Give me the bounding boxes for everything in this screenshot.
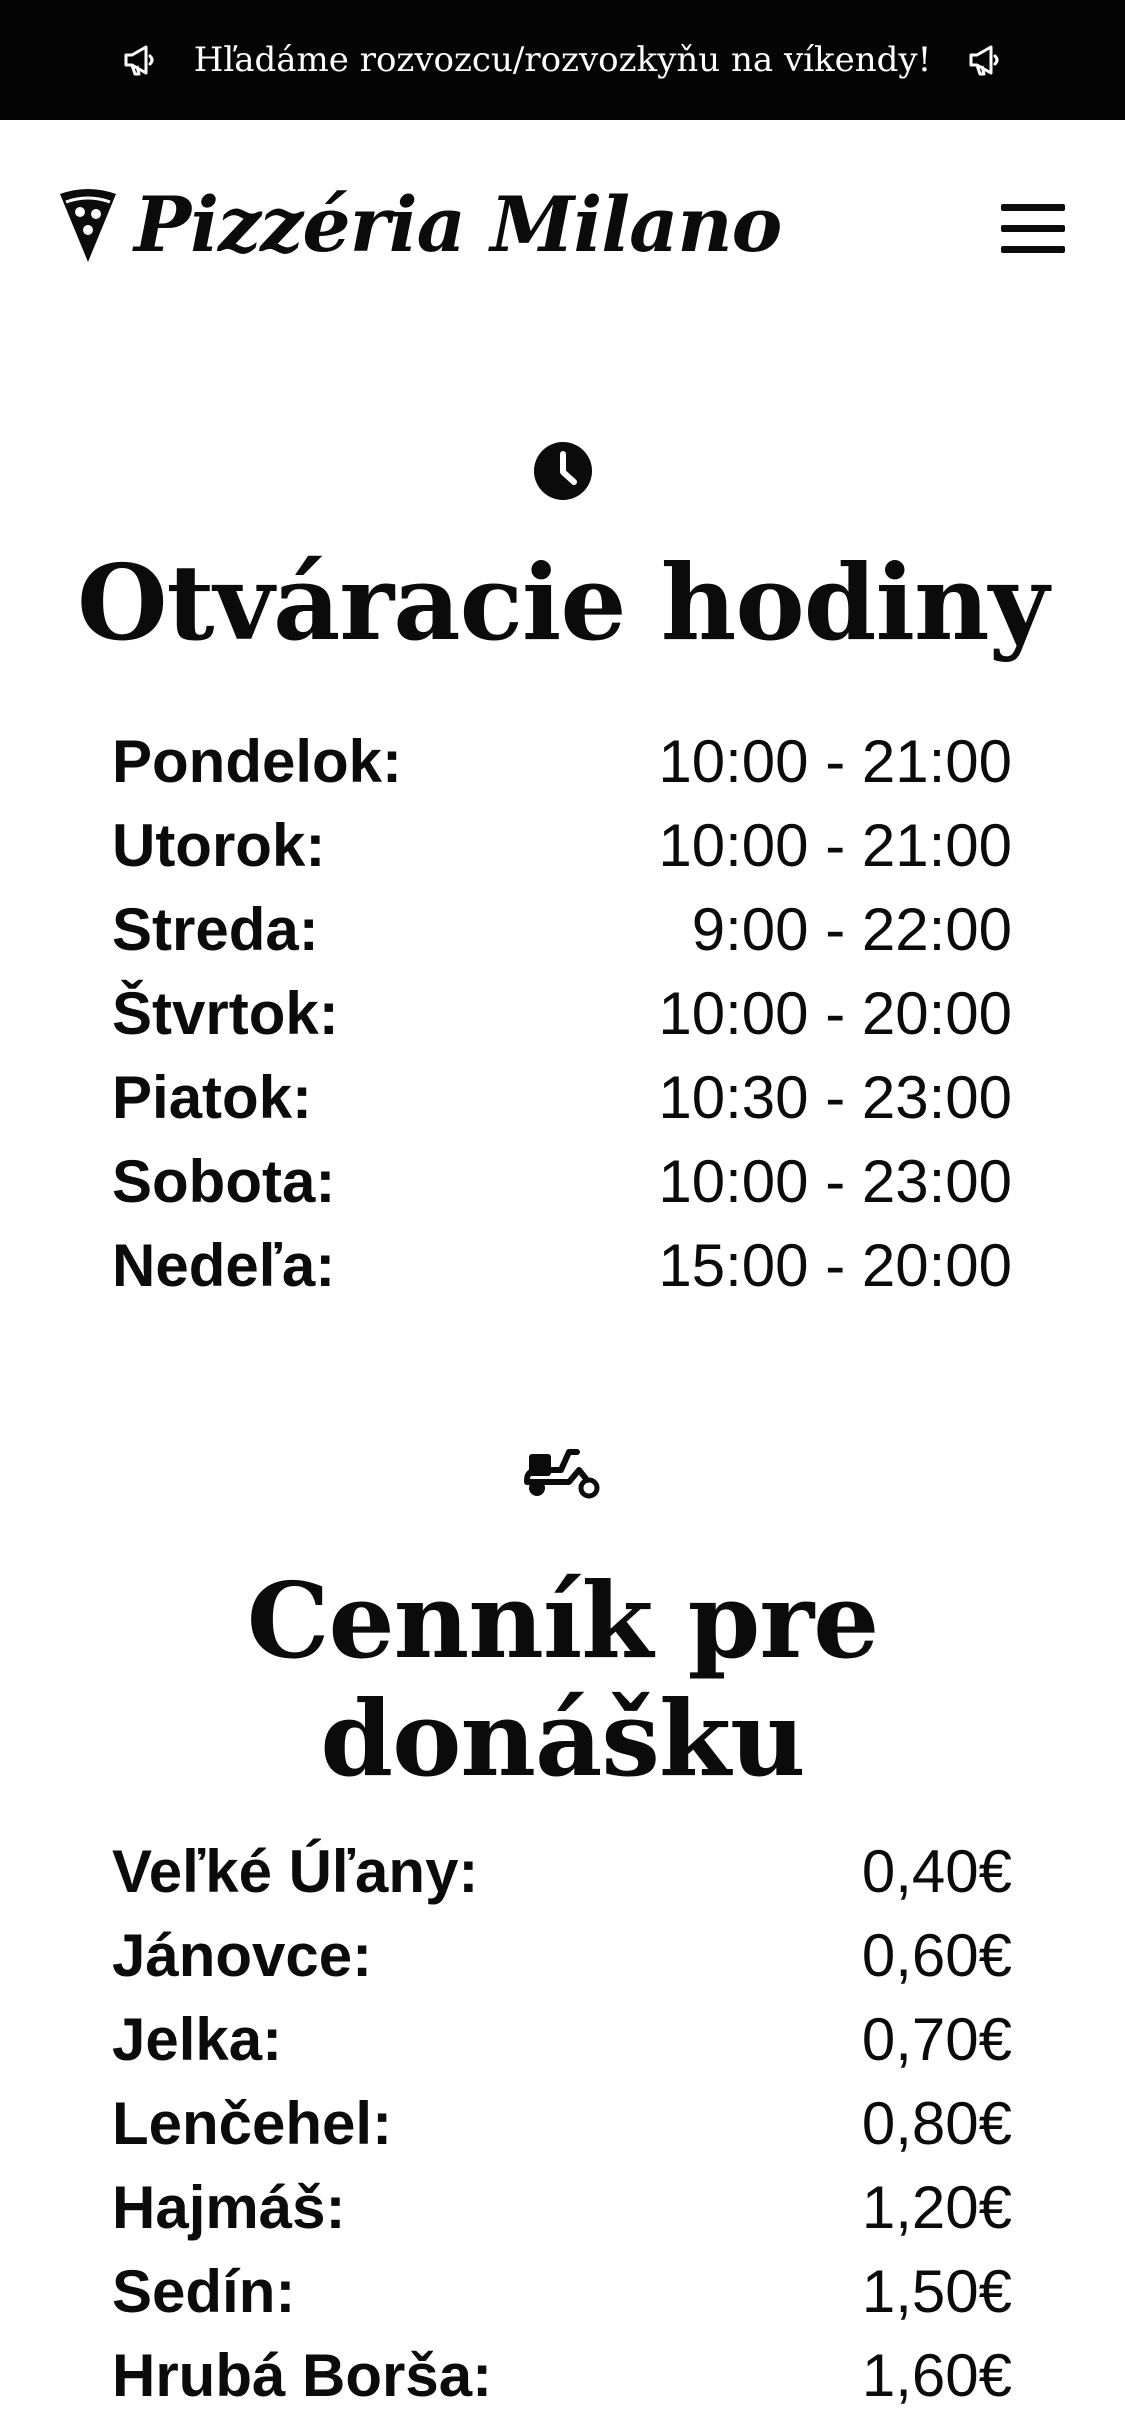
megaphone-icon	[120, 40, 160, 80]
opening-hours-list: Pondelok: 10:00 - 21:00 Utorok: 10:00 - …	[112, 720, 1012, 1308]
hours-row: Pondelok: 10:00 - 21:00	[112, 720, 1012, 804]
place-label: Sedín:	[112, 2258, 296, 2325]
price-row: Hajmáš: 1,20€	[112, 2166, 1012, 2250]
delivery-prices-title: Cenník pre donášku	[0, 1562, 1125, 1798]
hamburger-menu-icon[interactable]	[1001, 204, 1065, 254]
site-logo[interactable]: Pizzéria Milano	[56, 180, 782, 270]
hours-row: Piatok: 10:30 - 23:00	[112, 1056, 1012, 1140]
megaphone-icon	[965, 40, 1005, 80]
place-label: Jelka:	[112, 2006, 283, 2073]
day-label: Sobota:	[112, 1148, 336, 1215]
day-label: Streda:	[112, 896, 319, 963]
day-label: Nedeľa:	[112, 1232, 336, 1299]
clock-icon	[533, 442, 592, 500]
price-value: 1,60€	[861, 2342, 1012, 2409]
price-value: 0,40€	[861, 1838, 1012, 1905]
place-label: Hrubá Borša:	[112, 2342, 493, 2409]
opening-hours-title: Otváracie hodiny	[76, 541, 1049, 664]
price-row: Lenčehel: 0,80€	[112, 2082, 1012, 2166]
announcement-bar[interactable]: Hľadáme rozvozcu/rozvozkyňu na víkendy!	[0, 0, 1125, 120]
announcement-text[interactable]: Hľadáme rozvozcu/rozvozkyňu na víkendy!	[194, 40, 932, 80]
delivery-prices-section: Cenník pre donášku Veľké Úľany: 0,40€ Já…	[0, 1440, 1125, 2409]
time-value: 9:00 - 22:00	[691, 896, 1012, 963]
place-label: Hajmáš:	[112, 2174, 346, 2241]
price-row: Veľké Úľany: 0,40€	[112, 1830, 1012, 1914]
time-value: 10:00 - 21:00	[658, 728, 1012, 795]
delivery-title-line2: donášku	[320, 1677, 805, 1800]
delivery-prices-list: Veľké Úľany: 0,40€ Jánovce: 0,60€ Jelka:…	[112, 1830, 1012, 2418]
place-label: Veľké Úľany:	[112, 1838, 479, 1905]
logo-text: Pizzéria Milano	[134, 180, 782, 269]
hours-row: Streda: 9:00 - 22:00	[112, 888, 1012, 972]
day-label: Utorok:	[112, 812, 326, 879]
time-value: 10:00 - 21:00	[658, 812, 1012, 879]
delivery-title-line1: Cenník pre	[246, 1559, 880, 1682]
price-row: Hrubá Borša: 1,60€	[112, 2334, 1012, 2418]
place-label: Lenčehel:	[112, 2090, 393, 2157]
scooter-icon	[523, 1449, 599, 1499]
pizza-slice-icon	[60, 189, 116, 262]
day-label: Pondelok:	[112, 728, 403, 795]
price-row: Sedín: 1,50€	[112, 2250, 1012, 2334]
site-header: Pizzéria Milano	[0, 120, 1125, 340]
hours-row: Sobota: 10:00 - 23:00	[112, 1140, 1012, 1224]
opening-hours-section: Otváracie hodiny Pondelok: 10:00 - 21:00…	[0, 440, 1125, 1299]
hours-row: Nedeľa: 15:00 - 20:00	[112, 1224, 1012, 1308]
day-label: Štvrtok:	[112, 980, 339, 1047]
time-value: 10:00 - 23:00	[658, 1148, 1012, 1215]
day-label: Piatok:	[112, 1064, 313, 1131]
time-value: 15:00 - 20:00	[658, 1232, 1012, 1299]
price-value: 0,60€	[861, 1922, 1012, 1989]
hours-row: Štvrtok: 10:00 - 20:00	[112, 972, 1012, 1056]
place-label: Jánovce:	[112, 1922, 373, 1989]
time-value: 10:00 - 20:00	[658, 980, 1012, 1047]
price-row: Jelka: 0,70€	[112, 1998, 1012, 2082]
price-value: 1,20€	[861, 2174, 1012, 2241]
price-value: 1,50€	[861, 2258, 1012, 2325]
price-value: 0,70€	[861, 2006, 1012, 2073]
price-row: Jánovce: 0,60€	[112, 1914, 1012, 1998]
hours-row: Utorok: 10:00 - 21:00	[112, 804, 1012, 888]
price-value: 0,80€	[861, 2090, 1012, 2157]
time-value: 10:30 - 23:00	[658, 1064, 1012, 1131]
